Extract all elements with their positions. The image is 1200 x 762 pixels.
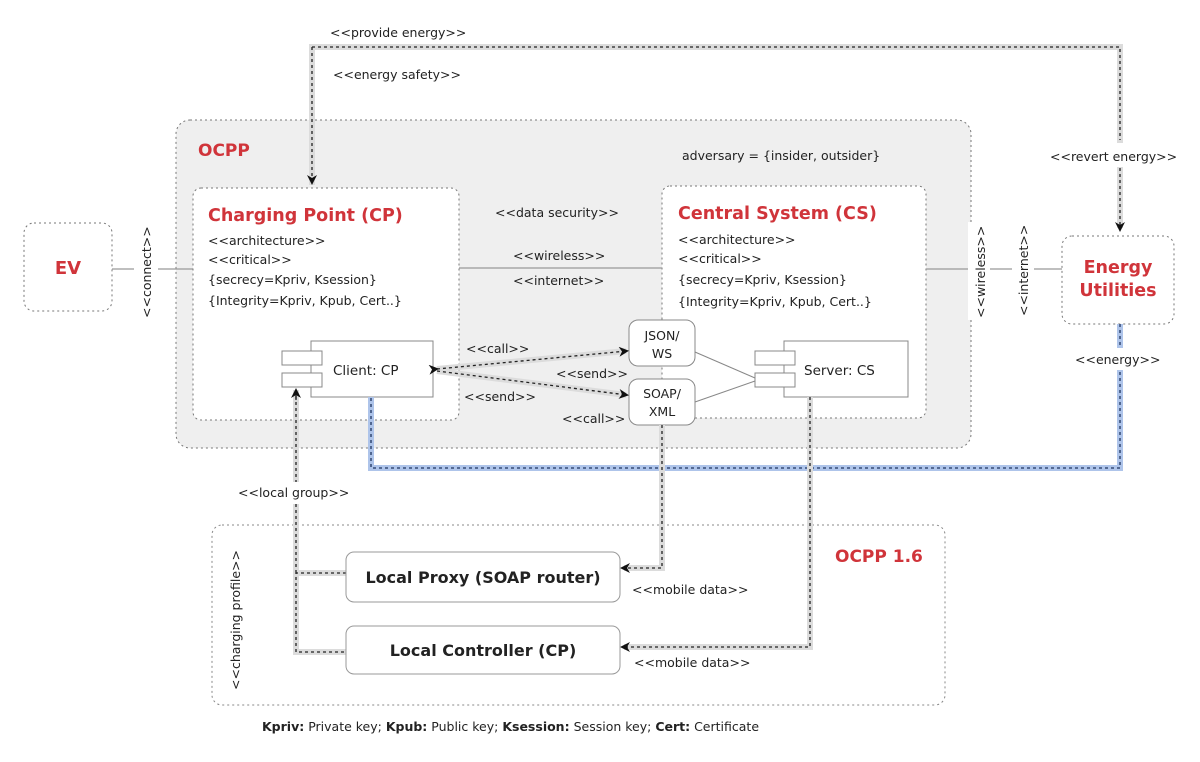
- component-port-icon: [281, 372, 323, 388]
- legend-desc: Private key;: [304, 719, 386, 734]
- cp-cs-internet-label: <<internet>>: [513, 273, 604, 288]
- eu-title-line1: Energy: [1084, 258, 1153, 278]
- energy-safety-label: <<energy safety>>: [333, 67, 461, 82]
- data-security-label: <<data security>>: [495, 205, 619, 220]
- component-port-icon: [754, 372, 796, 388]
- diagram-canvas: OCPP adversary = {insider, outsider} OCP…: [23, 25, 1200, 734]
- charging-profile-label: <<charging profile>>: [228, 550, 243, 690]
- soap-xml-line2: XML: [649, 404, 675, 419]
- cp-cs-wireless-label: <<wireless>>: [513, 248, 605, 263]
- cs-stereotype: <<critical>>: [678, 251, 762, 266]
- send-json-label: <<send>>: [556, 366, 628, 381]
- adversary-label: adversary = {insider, outsider}: [682, 148, 880, 163]
- legend-term: Cert:: [655, 719, 690, 734]
- local-controller-title: Local Controller (CP): [390, 641, 577, 660]
- local-controller-node[interactable]: Local Controller (CP): [345, 625, 621, 675]
- cs-title: Central System (CS): [678, 204, 877, 224]
- cp-stereotype: {Integrity=Kpriv, Kpub, Cert..}: [208, 293, 402, 308]
- soap-xml-line1: SOAP/: [643, 386, 682, 401]
- legend-desc: Certificate: [690, 719, 759, 734]
- revert-energy-label: <<revert energy>>: [1050, 149, 1177, 164]
- cs-stereotype: {secrecy=Kpriv, Ksession}: [678, 272, 847, 287]
- legend-term: Kpriv:: [262, 719, 304, 734]
- cs-stereotype: <<architecture>>: [678, 232, 796, 247]
- cp-stereotype: <<critical>>: [208, 252, 292, 267]
- cp-stereotype: {secrecy=Kpriv, Ksession}: [208, 272, 377, 287]
- local-group-label: <<local group>>: [238, 485, 349, 500]
- component-port-icon: [281, 350, 323, 366]
- connect-label: <<connect>>: [139, 226, 154, 318]
- mobile-data-controller-label: <<mobile data>>: [634, 655, 750, 670]
- send-soap-label: <<send>>: [464, 389, 536, 404]
- ocpp16-title: OCPP 1.6: [835, 547, 923, 567]
- legend: Kpriv: Private key; Kpub: Public key; Ks…: [262, 719, 759, 734]
- legend-desc: Session key;: [570, 719, 656, 734]
- soap-xml-node[interactable]: SOAP/ XML: [628, 378, 696, 426]
- server-cs-label: Server: CS: [804, 363, 875, 379]
- json-ws-line1: JSON/: [643, 328, 680, 343]
- cs-eu-internet-label: <<internet>>: [1016, 225, 1031, 316]
- cp-title: Charging Point (CP): [208, 206, 403, 226]
- legend-desc: Public key;: [427, 719, 502, 734]
- json-ws-line2: WS: [652, 346, 672, 361]
- local-proxy-node[interactable]: Local Proxy (SOAP router): [345, 551, 621, 603]
- provide-energy-label: <<provide energy>>: [330, 25, 466, 40]
- energy-label: <<energy>>: [1075, 352, 1160, 367]
- mobile-data-proxy-label: <<mobile data>>: [632, 582, 748, 597]
- call-json-label: <<call>>: [466, 341, 529, 356]
- eu-title-line2: Utilities: [1079, 281, 1156, 301]
- ev-title: EV: [55, 258, 81, 279]
- cp-stereotype: <<architecture>>: [208, 233, 326, 248]
- json-ws-node[interactable]: JSON/ WS: [628, 319, 696, 367]
- energy-utilities-node[interactable]: [1061, 235, 1175, 325]
- local-proxy-title: Local Proxy (SOAP router): [365, 568, 600, 587]
- component-port-icon: [754, 350, 796, 366]
- client-cp-label: Client: CP: [333, 363, 399, 379]
- legend-term: Kpub:: [386, 719, 427, 734]
- ocpp-title: OCPP: [198, 141, 250, 161]
- cs-eu-wireless-label: <<wireless>>: [973, 226, 988, 318]
- call-soap-label: <<call>>: [562, 411, 625, 426]
- legend-term: Ksession:: [502, 719, 569, 734]
- cs-stereotype: {Integrity=Kpriv, Kpub, Cert..}: [678, 294, 872, 309]
